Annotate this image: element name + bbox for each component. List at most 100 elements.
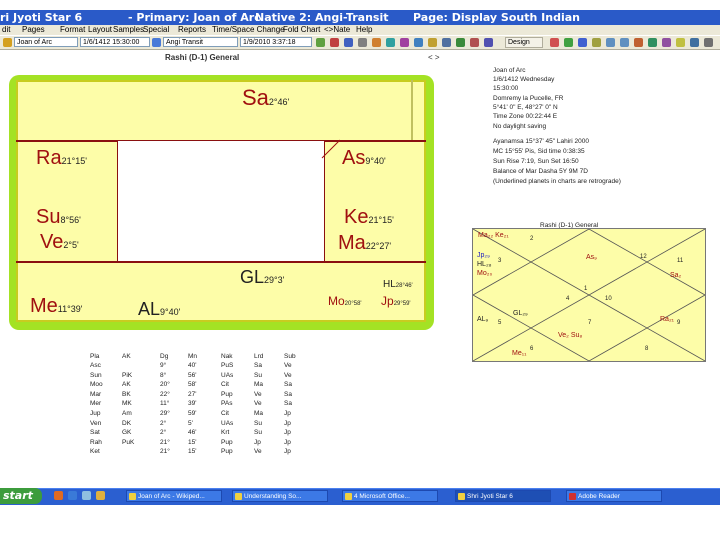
browser-icon xyxy=(129,493,136,500)
table-cell: 15' xyxy=(188,448,197,456)
print-icon[interactable] xyxy=(358,38,367,47)
planet-su-degree: 8°56' xyxy=(60,215,81,225)
table-cell: Rah xyxy=(90,438,102,446)
table-cell: 8° xyxy=(160,371,167,379)
table-cell: 40' xyxy=(188,362,197,369)
explorer-icon[interactable] xyxy=(96,491,105,500)
table-cell: 58' xyxy=(188,381,197,389)
filter-icon[interactable] xyxy=(662,38,671,47)
planet-ke-degree: 21°15' xyxy=(368,215,394,225)
table-cell: Jp xyxy=(284,410,291,417)
highlight-icon[interactable] xyxy=(676,38,685,47)
design-button[interactable]: Design xyxy=(505,37,543,48)
add-icon[interactable] xyxy=(564,38,573,47)
planet-jp-name: Jp xyxy=(381,294,394,308)
native1-name-field[interactable]: Joan of Arc xyxy=(14,37,78,47)
layout-icon[interactable] xyxy=(484,38,493,47)
table-header-mn: Mn xyxy=(188,353,198,360)
clock-icon[interactable] xyxy=(152,38,161,47)
list-icon[interactable] xyxy=(648,38,657,47)
ie-icon[interactable] xyxy=(68,491,77,500)
table-cell: Moo xyxy=(90,381,103,389)
folder-icon[interactable] xyxy=(3,38,12,47)
house-number: 8 xyxy=(645,346,649,352)
house-number: 9 xyxy=(677,320,681,326)
taskbar-btn-adobe-reader[interactable]: Adobe Reader xyxy=(566,490,662,502)
planet-gl: GL29°3' xyxy=(240,268,284,286)
start-button[interactable]: start xyxy=(0,488,42,504)
info-dasha-balance: Balance of Mar Dasha 5Y 9M 7D xyxy=(493,168,588,175)
stop-icon[interactable] xyxy=(330,38,339,47)
planet-hl: HL28°46' xyxy=(383,280,413,290)
native2-name-field[interactable]: Angi Transit xyxy=(163,37,238,47)
taskbar-btn-office[interactable]: 4 Microsoft Office... xyxy=(342,490,438,502)
info-mc: MC 15°55' Pis, Sid time 0:38:35 xyxy=(493,148,585,155)
menu-time-space-change[interactable]: Time/Space Change xyxy=(212,25,285,35)
page-icon[interactable] xyxy=(414,38,423,47)
info-icon[interactable] xyxy=(578,38,587,47)
house-number: 11 xyxy=(677,258,684,264)
menu-layout[interactable]: Layout xyxy=(88,25,112,35)
table-cell: Ma xyxy=(254,381,264,389)
table-cell: Asc xyxy=(90,362,101,369)
planet-sa-degree: 2°46' xyxy=(268,97,290,107)
menu-edit[interactable]: dit xyxy=(2,25,10,35)
house-number: 1 xyxy=(584,286,588,292)
table-cell: DK xyxy=(122,419,132,427)
menu-reports[interactable]: Reports xyxy=(178,25,206,35)
page-nav-arrows[interactable]: < > xyxy=(428,53,440,62)
native2-date-field[interactable]: 1/9/2010 3:37:18 xyxy=(240,37,312,47)
save-icon[interactable] xyxy=(344,38,353,47)
pdf-icon xyxy=(569,493,576,500)
menu-fold-chart[interactable]: Fold Chart xyxy=(283,25,320,35)
show-desktop-icon[interactable] xyxy=(82,491,91,500)
help-icon[interactable] xyxy=(690,38,699,47)
globe-icon[interactable] xyxy=(316,38,325,47)
arrow-right-icon[interactable] xyxy=(620,38,629,47)
table-cell: PiK xyxy=(122,371,133,379)
menu-help[interactable]: Help xyxy=(356,25,372,35)
taskbar-btn-understanding[interactable]: Understanding So... xyxy=(232,490,328,502)
table-cell: Am xyxy=(122,410,132,417)
planet-me: Me11°39' xyxy=(30,296,82,316)
refresh-icon[interactable] xyxy=(456,38,465,47)
bookmark-icon[interactable] xyxy=(634,38,643,47)
menu-samples[interactable]: Samples xyxy=(113,25,144,35)
planet-hl-degree: 28°46' xyxy=(395,283,413,289)
table-cell: 20° xyxy=(160,381,170,389)
menu-special[interactable]: Special xyxy=(143,25,169,35)
table-cell: 15' xyxy=(188,438,197,446)
table-cell: Jup xyxy=(90,410,101,417)
table-cell: Sa xyxy=(284,400,292,408)
exit-icon[interactable] xyxy=(704,38,713,47)
delete-icon[interactable] xyxy=(550,38,559,47)
info-coordinates: 5°41' 0" E, 48°27' 0" N xyxy=(493,104,558,111)
menu-pages[interactable]: Pages xyxy=(22,25,45,35)
arrow-left-icon[interactable] xyxy=(606,38,615,47)
copy-icon[interactable] xyxy=(372,38,381,47)
info-birth-time: 15:30:00 xyxy=(493,85,519,92)
house-number: 5 xyxy=(498,320,502,326)
planet-ra: Ra21°15' xyxy=(36,148,87,168)
primary-native-title: - Primary: Joan of Arc xyxy=(128,11,261,24)
table-cell: 5' xyxy=(188,419,193,427)
taskbar-btn-label: Adobe Reader xyxy=(578,493,620,500)
menu-nate[interactable]: <>Nate xyxy=(324,25,350,35)
north-planet-ve-su: Ve₂ Su₈ xyxy=(558,332,583,339)
star-icon[interactable] xyxy=(592,38,601,47)
table-icon[interactable] xyxy=(428,38,437,47)
chart-icon[interactable] xyxy=(400,38,409,47)
house-number: 10 xyxy=(605,296,612,302)
paste-icon[interactable] xyxy=(386,38,395,47)
table-header-sub: Sub xyxy=(284,353,296,360)
native1-date-field[interactable]: 1/6/1412 15:30:00 xyxy=(80,37,150,47)
menu-format[interactable]: Format xyxy=(60,25,85,35)
table-cell: Ve xyxy=(254,390,262,398)
zoom-icon[interactable] xyxy=(442,38,451,47)
settings-icon[interactable] xyxy=(470,38,479,47)
taskbar-btn-jyoti-star[interactable]: Shri Jyoti Star 6 xyxy=(455,490,551,502)
taskbar-btn-wikipedia[interactable]: Joan of Arc - Wikiped... xyxy=(126,490,222,502)
table-cell: Ve xyxy=(254,400,262,408)
north-chart[interactable] xyxy=(472,228,706,362)
firefox-icon[interactable] xyxy=(54,491,63,500)
